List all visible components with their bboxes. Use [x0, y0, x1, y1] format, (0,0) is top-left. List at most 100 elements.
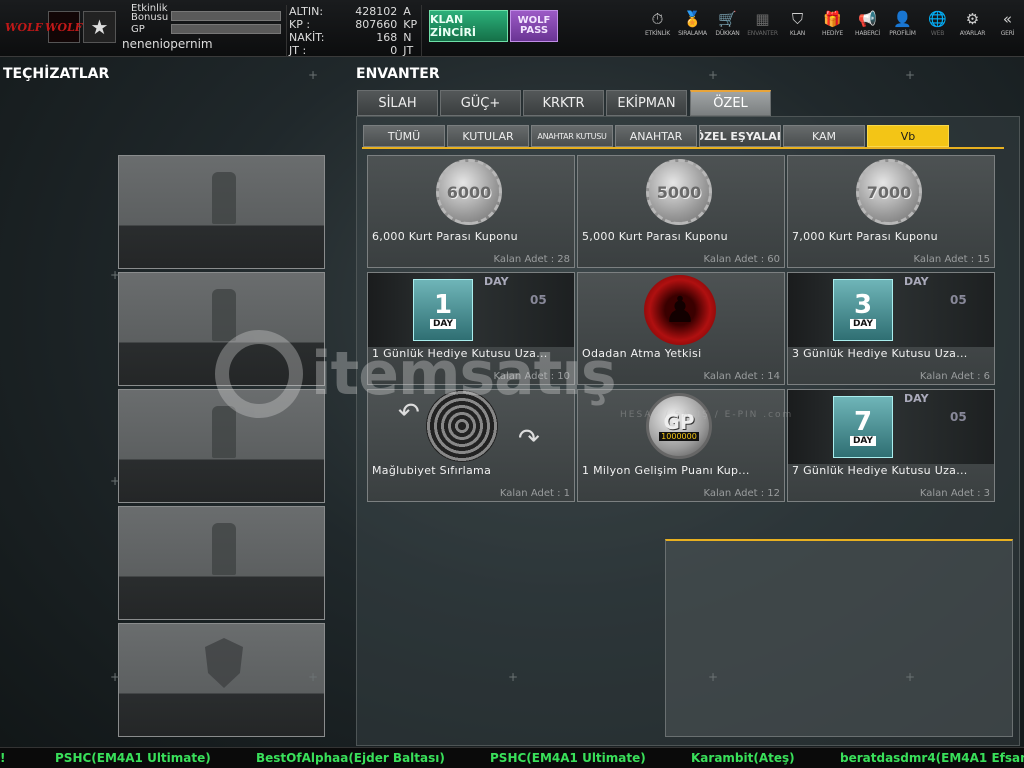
klan-chain-button[interactable]: KLAN ZİNCİRİ — [429, 10, 508, 42]
tab-character[interactable]: KRKTR — [523, 90, 604, 116]
plus-icon: + — [508, 670, 519, 684]
plus-icon: + — [708, 670, 719, 684]
inventory-item[interactable]: 7 DAY DAY 05 7 Günlük Hediye Kutusu Uza.… — [787, 389, 995, 502]
plus-icon: + — [905, 68, 916, 82]
subtab-underline — [362, 147, 1004, 149]
nav-label: HABERCİ — [855, 30, 880, 37]
top-nav: ⏱ ETKİNLİK 🏅 SIRALAMA 🛒 DÜKKAN ▦ ENVANTER ⛉ KLAN 🎁… — [640, 10, 1024, 37]
item-name: 5,000 Kurt Parası Kuponu — [582, 230, 728, 243]
gp-value: 1000000 — [659, 431, 699, 441]
subtab-cam[interactable]: KAM — [783, 125, 865, 147]
wolf-pass-button[interactable]: WOLF PASS — [510, 10, 558, 42]
currency-unit: N — [403, 31, 412, 44]
game-logo-text: WOLF — [4, 20, 44, 34]
kick-player-icon: ♟ — [644, 275, 716, 345]
clan-emblem-text: WOLF — [44, 20, 84, 34]
item-count: Kalan Adet : 12 — [703, 488, 780, 499]
item-count: Kalan Adet : 3 — [919, 488, 990, 499]
event-bonus-bar — [171, 11, 281, 21]
currency-label: KP : — [289, 18, 311, 31]
inventory-item[interactable]: 5000 5,000 Kurt Parası Kuponu Kalan Adet… — [577, 155, 785, 268]
currency-label: NAKİT: — [289, 31, 325, 44]
tab-power[interactable]: GÜÇ+ — [440, 90, 521, 116]
username: neneniopernim — [122, 37, 213, 51]
equipment-title: TEÇHİZATLAR — [3, 66, 110, 82]
plus-icon: + — [905, 670, 916, 684]
item-count: Kalan Adet : 28 — [493, 254, 570, 265]
nav-shield[interactable]: ⛉ KLAN — [780, 10, 815, 37]
profile-icon: 👤 — [893, 10, 912, 28]
rank-star-icon: ★ — [83, 11, 116, 43]
inventory-title: ENVANTER — [356, 66, 440, 82]
armor-shield-icon — [205, 638, 243, 688]
nav-inventory[interactable]: ▦ ENVANTER — [745, 10, 780, 37]
shield-icon: ⛉ — [791, 10, 804, 28]
nav-gear[interactable]: ⚙ AYARLAR — [955, 10, 990, 37]
nav-medal[interactable]: 🏅 SIRALAMA — [675, 10, 710, 37]
item-count: Kalan Adet : 14 — [703, 371, 780, 382]
day-number: 3 — [853, 290, 873, 320]
plus-icon: + — [708, 68, 719, 82]
top-bar: WOLF WOLF ★ Etkinlik Bonusu GP neneniope… — [0, 0, 1024, 57]
item-image: 3 DAY DAY 05 — [788, 273, 994, 347]
equipment-slot-grenade-4[interactable] — [118, 506, 325, 620]
gp-coin-icon: GP 1000000 — [646, 393, 712, 459]
nav-label: HEDİYE — [822, 30, 843, 37]
arrow-icon: ↷ — [518, 424, 540, 454]
nav-profile[interactable]: 👤 PROFİLİM — [885, 10, 920, 37]
clan-emblem[interactable]: WOLF — [44, 11, 84, 43]
tab-equipment[interactable]: EKİPMAN — [606, 90, 687, 116]
inventory-item[interactable]: 3 DAY DAY 05 3 Günlük Hediye Kutusu Uza.… — [787, 272, 995, 385]
inventory-item[interactable]: 6000 6,000 Kurt Parası Kuponu Kalan Adet… — [367, 155, 575, 268]
medal-icon: 🏅 — [683, 10, 702, 28]
cart-icon: 🛒 — [718, 10, 737, 28]
subtab-all[interactable]: TÜMÜ — [363, 125, 445, 147]
nav-label: PROFİLİM — [889, 30, 916, 37]
equipment-slot-armor[interactable] — [118, 623, 325, 737]
subtab-key[interactable]: ANAHTAR — [615, 125, 697, 147]
currency-row-gold: ALTIN: 428102 A — [287, 5, 421, 18]
ticker-item: ! — [0, 751, 6, 765]
subtab-special-items[interactable]: ÖZEL EŞYALAR — [699, 125, 781, 147]
item-name: 3 Günlük Hediye Kutusu Uza... — [792, 347, 968, 360]
coin-value: 7000 — [866, 182, 912, 202]
nav-back[interactable]: « GERİ — [990, 10, 1024, 37]
nav-cart[interactable]: 🛒 DÜKKAN — [710, 10, 745, 37]
item-count: Kalan Adet : 15 — [913, 254, 990, 265]
subtab-other[interactable]: Vb — [867, 125, 949, 147]
inventory-icon: ▦ — [755, 10, 770, 28]
tab-special[interactable]: ÖZEL — [690, 90, 771, 116]
equipment-slot-grenade-1[interactable] — [118, 155, 325, 269]
news-ticker: ! PSHC(EM4A1 Ultimate) BestOfAlphaa(Ejde… — [0, 747, 1024, 768]
day-tag: DAY — [484, 275, 509, 288]
nav-stopwatch[interactable]: ⏱ ETKİNLİK — [640, 10, 675, 37]
currency-value: 428102 — [355, 5, 398, 18]
item-image: 7000 — [788, 156, 994, 230]
inventory-item[interactable]: 7000 7,000 Kurt Parası Kuponu Kalan Adet… — [787, 155, 995, 268]
watermark-logo-icon — [215, 330, 303, 418]
silver-coin-icon: 5000 — [646, 159, 712, 225]
currency-value: 807660 — [355, 18, 398, 31]
currency-row-cash: NAKİT: 168 N — [287, 31, 421, 44]
subtab-boxes[interactable]: KUTULAR — [447, 125, 529, 147]
gp-bar — [171, 24, 281, 34]
nav-megaphone[interactable]: 📢 HABERCİ — [850, 10, 885, 37]
day-tag: DAY — [904, 392, 929, 405]
day-extra: 05 — [950, 410, 967, 424]
tab-weapon[interactable]: SİLAH — [357, 90, 438, 116]
item-image: 7 DAY DAY 05 — [788, 390, 994, 464]
day-extra: 05 — [950, 293, 967, 307]
item-name: 7,000 Kurt Parası Kuponu — [792, 230, 938, 243]
plus-icon: + — [110, 670, 121, 684]
subtab-key-box[interactable]: ANAHTAR KUTUSU — [531, 125, 613, 147]
plus-icon: + — [308, 68, 319, 82]
currency-value: 0 — [390, 44, 398, 57]
gift-icon: 🎁 — [823, 10, 842, 28]
currency-unit: A — [403, 5, 411, 18]
nav-globe[interactable]: 🌐 WEB — [920, 10, 955, 37]
gear-icon: ⚙ — [965, 10, 980, 28]
ticker-item: beratdasdmr4(EM4A1 Efsane — [840, 751, 1024, 765]
stopwatch-icon: ⏱ — [651, 10, 664, 28]
nav-gift[interactable]: 🎁 HEDİYE — [815, 10, 850, 37]
nav-label: ENVANTER — [747, 30, 778, 37]
